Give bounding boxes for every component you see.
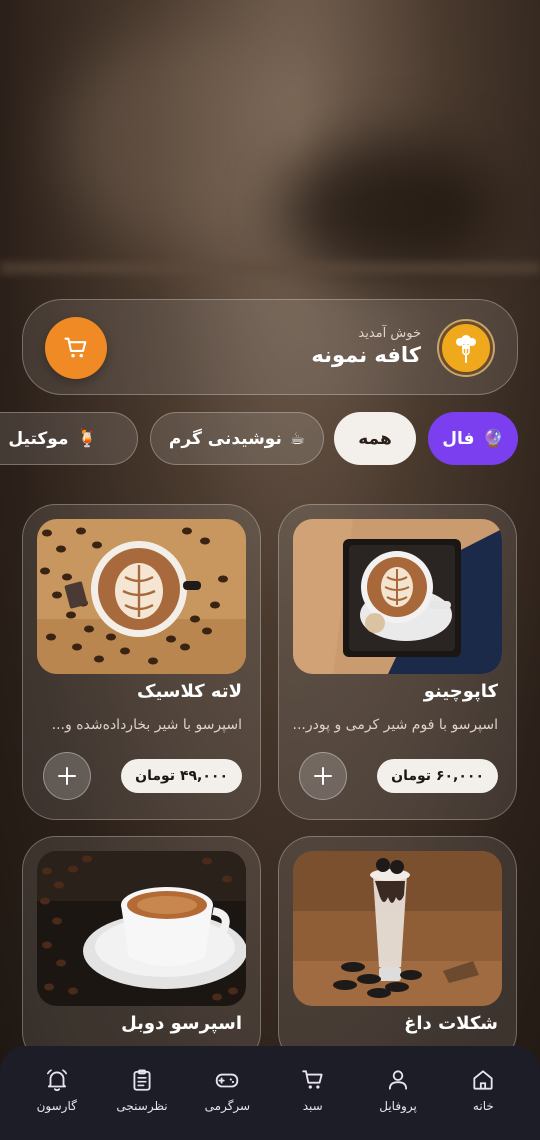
- chip-label: موکتیل: [8, 428, 69, 449]
- hot-coffee-icon: ☕: [289, 428, 306, 449]
- cart-icon: [302, 1070, 323, 1089]
- nav-games[interactable]: سرگرمی: [187, 1067, 267, 1113]
- product-name: شکلات داغ: [404, 1013, 498, 1034]
- clipboard-icon: [133, 1069, 151, 1091]
- welcome-text: خوش آمدید: [358, 326, 421, 341]
- product-name: اسپرسو دوبل: [121, 1013, 242, 1034]
- nav-label: پروفایل: [379, 1099, 417, 1113]
- nav-label: سبد: [302, 1099, 323, 1113]
- plus-icon: [314, 767, 332, 785]
- cappuccino-photo: [293, 519, 502, 674]
- header-cart-button[interactable]: [45, 317, 107, 379]
- double-espresso-photo: [37, 851, 246, 1006]
- nav-profile[interactable]: پروفایل: [358, 1067, 438, 1113]
- gamepad-icon: [216, 1073, 239, 1088]
- product-card[interactable]: لاته کلاسیک اسپرسو با شیر بخارداده‌شده و…: [22, 504, 261, 820]
- product-description: اسپرسو با فوم شیر کرمی و پودر...: [293, 717, 498, 733]
- bell-icon: [46, 1069, 67, 1092]
- chip-label: همه: [358, 428, 392, 449]
- home-icon: [473, 1070, 493, 1090]
- nav-waiter[interactable]: گارسون: [17, 1067, 97, 1113]
- nav-label: نظرسنجی: [116, 1099, 168, 1113]
- chef-fork-icon: [456, 335, 476, 363]
- nav-label: خانه: [472, 1099, 494, 1113]
- product-card[interactable]: اسپرسو دوبل: [22, 836, 261, 1066]
- nav-label: سرگرمی: [204, 1099, 251, 1113]
- cafe-name: کافه نمونه: [311, 343, 421, 367]
- nav-cart[interactable]: سبد: [273, 1067, 353, 1113]
- product-card[interactable]: کاپوچینو اسپرسو با فوم شیر کرمی و پودر..…: [278, 504, 517, 820]
- cart-icon: [64, 337, 87, 358]
- user-icon: [388, 1070, 408, 1090]
- category-chips: 🔮 فال همه ☕ نوشیدنی گرم 🍹 موکتیل: [0, 412, 540, 466]
- product-name: کاپوچینو: [423, 681, 498, 702]
- chip-hot-drinks[interactable]: ☕ نوشیدنی گرم: [150, 412, 324, 465]
- add-to-cart-button[interactable]: [43, 752, 91, 800]
- chip-label: فال: [442, 428, 475, 449]
- product-price: ۴۹,۰۰۰ تومان: [121, 759, 242, 793]
- product-name: لاته کلاسیک: [137, 681, 242, 702]
- bottom-navigation: خانه پروفایل سبد سرگرمی نظرسنجی گارسون: [0, 1046, 540, 1140]
- latte-photo: [37, 519, 246, 674]
- nav-survey[interactable]: نظرسنجی: [102, 1067, 182, 1113]
- add-to-cart-button[interactable]: [299, 752, 347, 800]
- product-description: اسپرسو با شیر بخارداده‌شده و...: [51, 717, 242, 733]
- product-card[interactable]: شکلات داغ: [278, 836, 517, 1066]
- background-blur: [280, 140, 500, 280]
- chip-all[interactable]: همه: [334, 412, 416, 465]
- nav-label: گارسون: [36, 1099, 77, 1113]
- tropical-drink-icon: 🍹: [76, 428, 98, 449]
- product-price: ۶۰,۰۰۰ تومان: [377, 759, 498, 793]
- nav-home[interactable]: خانه: [443, 1067, 523, 1113]
- chip-label: نوشیدنی گرم: [168, 428, 282, 449]
- chip-mocktail[interactable]: 🍹 موکتیل: [0, 412, 138, 465]
- background-blur: [0, 262, 540, 274]
- hot-chocolate-photo: [293, 851, 502, 1006]
- cafe-header: خوش آمدید کافه نمونه: [22, 299, 518, 395]
- cafe-logo: [439, 321, 493, 375]
- chip-fal[interactable]: 🔮 فال: [428, 412, 518, 465]
- plus-icon: [58, 767, 76, 785]
- crystal-ball-icon: 🔮: [482, 428, 504, 449]
